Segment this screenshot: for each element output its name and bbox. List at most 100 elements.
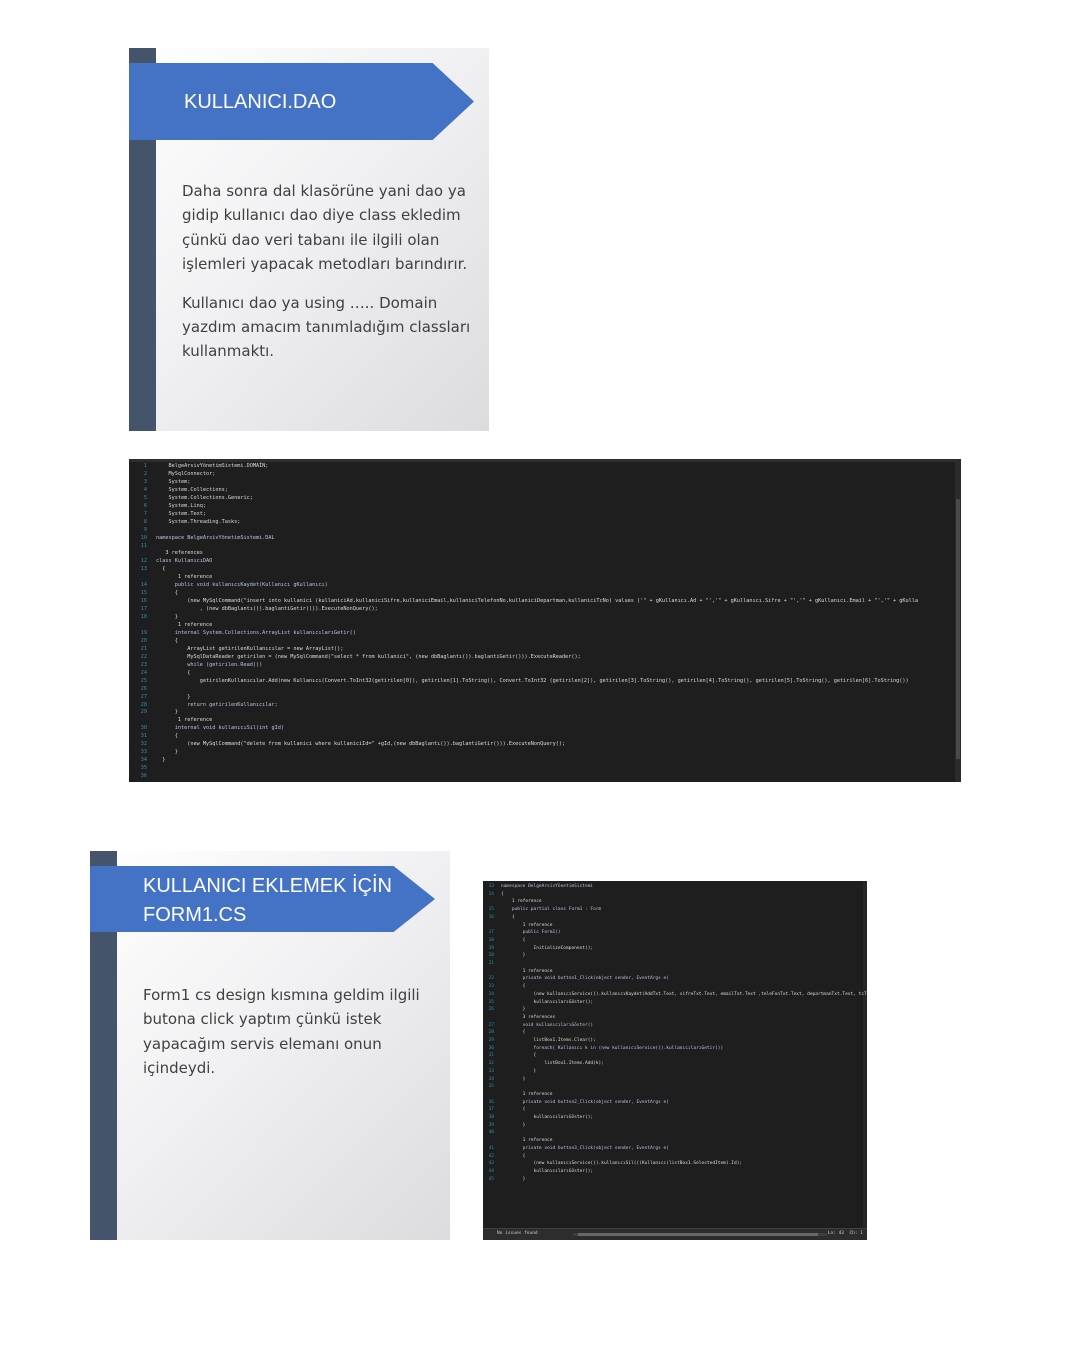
body-paragraph: Daha sonra dal klasörüne yani dao ya gid…	[182, 182, 468, 274]
line-number: 20	[140, 637, 147, 644]
slide-kullanici-dao: KULLANICI.DAO Daha sonra dal klasörüne y…	[129, 48, 489, 431]
code-line: }	[501, 1007, 526, 1013]
code-line: class KullanıcıDAO	[156, 558, 213, 565]
line-number: 24	[140, 669, 147, 676]
code-line: internal System.Collections.ArrayList ku…	[156, 629, 356, 636]
code-line: {	[156, 733, 178, 740]
vertical-scrollbar[interactable]	[955, 459, 961, 782]
code-line: 1 reference	[501, 1091, 553, 1097]
line-number: 18	[140, 614, 147, 621]
code-line: while (getirilen.Read())	[156, 661, 263, 668]
code-line: {	[501, 984, 526, 990]
code-line: }	[501, 1068, 537, 1074]
scrollbar-thumb[interactable]	[956, 499, 960, 759]
line-number: 32	[140, 741, 147, 748]
line-number: 21	[140, 645, 147, 652]
code-line: public partial class Form1 : Form	[501, 907, 602, 913]
code-line: listBox1.Items.Clear();	[501, 1038, 596, 1043]
code-line: }	[501, 953, 526, 959]
code-line: System;	[156, 478, 191, 485]
line-number: 1	[143, 463, 147, 469]
line-number: 14	[140, 582, 147, 589]
code-line: }	[501, 1176, 526, 1182]
horizontal-scrollbar-thumb[interactable]	[578, 1233, 818, 1236]
code-line: return getirilenKullanıcılar;	[156, 701, 278, 708]
code-line: BelgeArsivYönetimSistemi.DOMAİN;	[156, 463, 269, 469]
line-number: 40	[488, 1130, 494, 1136]
line-number: 4	[143, 486, 147, 493]
code-line: {	[156, 590, 178, 597]
body-paragraph: Form1 cs design kısmına geldim ilgili bu…	[143, 986, 420, 1078]
code-line: namespace BelgeArsivYönetimSistemi	[501, 884, 594, 889]
line-number: 17	[488, 930, 494, 936]
line-number: 30	[488, 1045, 494, 1051]
line-number: 2	[143, 470, 147, 477]
code-line: }	[501, 1076, 526, 1082]
code-line: ArrayList getirilenKullanıcılar = new Ar…	[156, 645, 344, 652]
line-number: 26	[488, 1007, 494, 1013]
code-line: }	[156, 614, 178, 621]
code-line: }	[156, 757, 166, 764]
code-screenshot-kullanici-dao: 1 BelgeArsivYönetimSistemi.DOMAİN; 2 MySq…	[129, 459, 961, 782]
code-line: 1 reference	[156, 622, 213, 628]
status-position: Ln: 43 Ch: 1	[827, 1231, 863, 1236]
code-line: public void kullanıcıKaydet(Kullanıcı gK…	[156, 582, 328, 589]
line-number: 16	[488, 914, 494, 920]
code-line: MySqlDataReader getirilen = (new MySqlCo…	[156, 653, 581, 660]
vertical-scrollbar[interactable]	[863, 881, 867, 1229]
line-number: 35	[140, 765, 147, 772]
slide-body: Form1 cs design kısmına geldim ilgili bu…	[143, 983, 428, 1095]
line-number: 5	[143, 494, 147, 501]
code-line: 1 reference	[501, 1138, 553, 1144]
code-line: (new MySqlCommand("insert into kullanici…	[156, 598, 919, 605]
line-number: 7	[143, 510, 147, 517]
line-number: 9	[143, 526, 147, 533]
code-line: System.Collections.Generic;	[156, 494, 253, 501]
line-number: 30	[140, 725, 147, 732]
line-number: 29	[488, 1038, 494, 1043]
code-line: {	[501, 1153, 526, 1159]
code-line: {	[156, 669, 191, 676]
line-number: 23	[488, 984, 494, 990]
line-number: 19	[140, 629, 147, 636]
line-number: 34	[140, 757, 147, 764]
line-number: 32	[488, 1061, 494, 1067]
line-number: 25	[488, 999, 494, 1005]
code-line: System.Linq;	[156, 502, 206, 509]
line-number: 26	[140, 685, 147, 692]
code-line: kullanıcılarıGöster();	[501, 1168, 594, 1174]
code-line: public Form1()	[501, 930, 561, 936]
line-number: 33	[488, 1068, 494, 1074]
line-number: 6	[143, 502, 147, 509]
line-number: 22	[488, 976, 494, 982]
code-line: }	[156, 709, 178, 716]
code-line: namespace BelgeArsivYönetimSistemi.DAL	[156, 534, 275, 541]
slide-title: KULLANICI EKLEMEK İÇİN FORM1.CS	[143, 875, 392, 926]
code-line: 1 reference	[501, 922, 553, 928]
title-banner: KULLANICI.DAO	[129, 63, 474, 140]
line-number: 12	[140, 558, 147, 565]
code-line: private void button3_Click(object sender…	[501, 1145, 669, 1151]
code-line: void kullanıcılarıGöster()	[501, 1022, 594, 1028]
editor-top-strip	[129, 459, 961, 462]
code-line: getirilenKullanıcılar.Add(new Kullanıcı(…	[156, 677, 909, 684]
line-number: 29	[140, 709, 147, 716]
code-line: 1 reference	[501, 968, 553, 974]
line-number: 15	[140, 590, 147, 597]
code-line: {	[501, 1053, 537, 1059]
line-number: 39	[488, 1122, 494, 1128]
line-number: 42	[488, 1153, 494, 1159]
line-number: 13	[140, 566, 147, 573]
line-number: 13	[488, 884, 494, 889]
code-line: }	[156, 749, 178, 756]
line-number: 37	[488, 1107, 494, 1113]
status-issues: No issues found	[497, 1231, 538, 1236]
code-line: System.Collections;	[156, 486, 228, 493]
code-screenshot-form1: No issues found Ln: 43 Ch: 1 13 namespace…	[483, 881, 867, 1240]
line-number: 11	[140, 542, 147, 549]
line-number: 10	[140, 534, 147, 541]
line-number: 21	[488, 961, 494, 966]
line-number: 22	[140, 653, 147, 660]
slide-form1: KULLANICI EKLEMEK İÇİN FORM1.CS Form1 cs…	[90, 851, 450, 1240]
code-line: {	[501, 1030, 526, 1036]
